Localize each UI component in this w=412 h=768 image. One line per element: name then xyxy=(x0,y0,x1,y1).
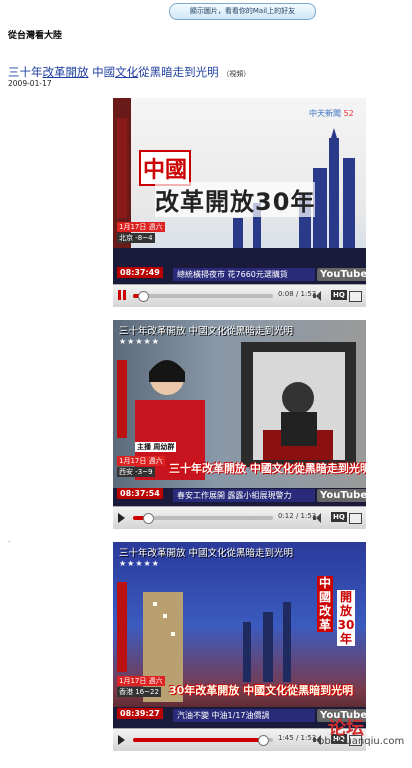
title-link-reform[interactable]: 改革開放 xyxy=(43,65,89,79)
volume-icon[interactable] xyxy=(313,513,325,523)
youtube-logo[interactable]: YouTube xyxy=(317,489,366,502)
vertical-banner: 開放30年 xyxy=(337,590,355,646)
section-header: 從台灣看大陸 xyxy=(8,31,63,41)
rating-stars[interactable]: ★★★★★ xyxy=(119,559,160,568)
hq-button[interactable]: HQ xyxy=(331,512,347,522)
clock: 08:37:49 xyxy=(117,267,163,278)
news-ticker: 春安工作展開 露露小組展現警力 xyxy=(173,489,315,502)
progress-knob[interactable] xyxy=(258,735,270,746)
city-night-graphic xyxy=(113,592,366,728)
news-ticker: 總統橫掃夜市 花7660元選購貨 xyxy=(173,268,315,281)
progress-track[interactable] xyxy=(133,735,273,746)
hq-button[interactable]: HQ xyxy=(331,290,347,300)
video-player-2[interactable]: 三十年改革開放 中國文化從黑暗走到光明 ★★★★★ 主播 周幼群 1月17日 週… xyxy=(113,320,366,529)
title-text-3: 從黑暗走到光明 xyxy=(138,65,219,79)
headline-big: 改革開放30年 xyxy=(155,182,316,217)
progress-knob[interactable] xyxy=(137,291,149,302)
broadcast-graphic xyxy=(113,342,366,506)
youtube-logo[interactable]: YouTube xyxy=(317,268,366,281)
video-screen-1[interactable]: 中天新聞 52 中國 改革開放30年 1月17日 週六 北京 -8~4 08:3… xyxy=(113,98,366,284)
news-ticker: 汽油不變 中油1/17油價調 xyxy=(173,709,315,722)
original-tag: （視頻） xyxy=(222,70,251,78)
separator-dot: . xyxy=(8,536,11,544)
progress-track[interactable] xyxy=(133,291,273,302)
volume-icon[interactable] xyxy=(313,291,325,301)
show-images-button[interactable]: 顯示圖片，看看你的Mail上的好友 xyxy=(169,3,316,20)
video-overlay-title: 三十年改革開放 中國文化從黑暗走到光明 xyxy=(119,548,294,559)
weather-chip: 北京 -8~4 xyxy=(117,233,155,243)
play-icon[interactable] xyxy=(118,513,125,523)
slogan-banner: 三十年改革開放 中國文化從黑暗走到光明 xyxy=(169,462,366,475)
clock: 08:39:27 xyxy=(117,708,163,719)
side-caption xyxy=(117,360,127,438)
fullscreen-icon[interactable] xyxy=(349,513,362,524)
pause-icon[interactable] xyxy=(118,290,126,300)
rating-stars[interactable]: ★★★★★ xyxy=(119,337,160,346)
fullscreen-icon[interactable] xyxy=(349,291,362,302)
anchor-name: 主播 周幼群 xyxy=(135,442,177,452)
video-screen-2[interactable]: 三十年改革開放 中國文化從黑暗走到光明 ★★★★★ 主播 周幼群 1月17日 週… xyxy=(113,320,366,506)
time-display: 0:12 / 1:53 xyxy=(278,512,317,520)
time-display: 0:08 / 1:53 xyxy=(278,290,317,298)
video-overlay-title: 三十年改革開放 中國文化從黑暗走到光明 xyxy=(119,326,294,337)
title-text-2: 中國 xyxy=(88,65,116,79)
video-controls-1: 0:08 / 1:53 HQ xyxy=(113,284,366,307)
date-chip: 1月17日 週六 xyxy=(117,676,165,686)
article-title: 三十年改革開放 中國文化從黑暗走到光明 （視頻） xyxy=(8,64,250,80)
title-link-culture[interactable]: 文化 xyxy=(115,65,138,79)
progress-knob[interactable] xyxy=(143,513,155,524)
headline-small: 中國 xyxy=(139,150,192,186)
video-controls-2: 0:12 / 1:53 HQ xyxy=(113,506,366,529)
side-caption xyxy=(117,118,127,218)
time-display: 1:45 / 1:53 xyxy=(278,734,317,742)
video-screen-3[interactable]: 三十年改革開放 中國文化從黑暗走到光明 ★★★★★ 開放30年 中國改革 1月1… xyxy=(113,542,366,728)
video-player-1[interactable]: 中天新聞 52 中國 改革開放30年 1月17日 週六 北京 -8~4 08:3… xyxy=(113,98,366,307)
clock: 08:37:54 xyxy=(117,488,163,499)
watermark-url: bbs.huanqiu.com xyxy=(318,736,405,747)
article-date: 2009-01-17 xyxy=(8,79,52,88)
play-icon[interactable] xyxy=(118,735,125,745)
slogan-banner: 30年改革開放 中國文化從黑暗到光明 xyxy=(169,684,354,697)
date-chip: 1月17日 週六 xyxy=(117,456,165,466)
channel-logo: 中天新聞 52 xyxy=(309,109,354,118)
title-text-1: 三十年 xyxy=(8,65,43,79)
weather-chip: 香港 16~22 xyxy=(117,687,161,697)
side-caption xyxy=(117,582,127,672)
vertical-banner-2: 中國改革 xyxy=(317,576,333,632)
date-chip: 1月17日 週六 xyxy=(117,222,165,232)
weather-chip: 西安 -3~9 xyxy=(117,467,155,477)
progress-track[interactable] xyxy=(133,513,273,524)
